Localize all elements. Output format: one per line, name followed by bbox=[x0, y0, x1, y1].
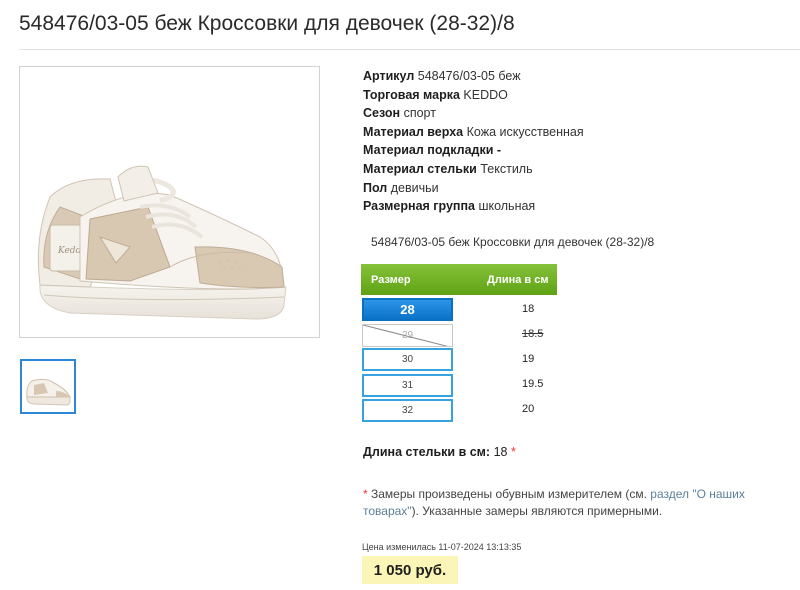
spec-article: Артикул 548476/03-05 беж bbox=[363, 69, 521, 83]
spec-size-group: Размерная группа школьная bbox=[363, 199, 536, 214]
title-divider bbox=[19, 49, 800, 50]
unavailable-strike-icon bbox=[363, 325, 449, 346]
spec-season: Сезон спорт bbox=[363, 106, 436, 121]
size-option-29-unavailable: 29 bbox=[362, 324, 453, 347]
thumbnail-image[interactable] bbox=[20, 359, 76, 414]
size-option-28[interactable]: 28 bbox=[362, 298, 453, 321]
size-option-label: 30 bbox=[401, 354, 414, 365]
length-value: 20 bbox=[522, 403, 535, 415]
size-option-32[interactable]: 32 bbox=[362, 399, 453, 422]
length-value: 19.5 bbox=[522, 378, 544, 390]
insole-length: Длина стельки в см: 18 * bbox=[363, 445, 516, 459]
page-title: 548476/03-05 беж Кроссовки для девочек (… bbox=[19, 12, 515, 35]
size-option-30[interactable]: 30 bbox=[362, 348, 453, 371]
sneaker-illustration: Kedde bbox=[37, 165, 287, 320]
spec-insole-material: Материал стельки Текстиль bbox=[363, 161, 533, 176]
insole-length-label: Длина стельки в см: bbox=[363, 445, 491, 459]
note-text-after: ). Указанные замеры являются примерными. bbox=[411, 504, 663, 518]
price-badge: 1 050 руб. bbox=[362, 556, 458, 584]
sneaker-thumbnail-illustration bbox=[26, 378, 71, 406]
size-option-label: 28 bbox=[400, 302, 415, 317]
size-option-label: 31 bbox=[401, 380, 414, 391]
product-name-line: 548476/03-05 беж Кроссовки для девочек (… bbox=[371, 235, 655, 249]
length-value: 19 bbox=[522, 353, 535, 365]
insole-length-value: 18 bbox=[493, 445, 508, 459]
length-value: 18.5 bbox=[522, 328, 544, 340]
spec-gender: Пол девичьи bbox=[363, 180, 439, 195]
size-option-31[interactable]: 31 bbox=[362, 374, 453, 397]
measurement-note: * Замеры произведены обувным измерителем… bbox=[363, 486, 763, 520]
spec-brand: Торговая марка KEDDO bbox=[363, 87, 508, 102]
spec-lining-material: Материал подкладки - bbox=[363, 143, 502, 158]
product-specs: Артикул 548476/03-05 беж Торговая марка … bbox=[363, 67, 584, 216]
size-column-header: Размер bbox=[371, 274, 411, 286]
main-product-image[interactable]: Kedde bbox=[19, 66, 320, 338]
size-table-header: Размер Длина в см bbox=[361, 264, 557, 295]
length-column-header: Длина в см bbox=[487, 274, 549, 286]
length-value: 18 bbox=[522, 303, 535, 315]
note-text-before: Замеры произведены обувным измерителем (… bbox=[367, 487, 651, 501]
price-value: 1 050 руб. bbox=[373, 561, 447, 579]
size-option-label: 32 bbox=[401, 405, 414, 416]
price-changed-timestamp: Цена изменилась 11-07-2024 13:13:35 bbox=[362, 542, 522, 552]
spec-upper-material: Материал верха Кожа искусственная bbox=[363, 124, 584, 139]
asterisk-marker: * bbox=[510, 445, 516, 459]
